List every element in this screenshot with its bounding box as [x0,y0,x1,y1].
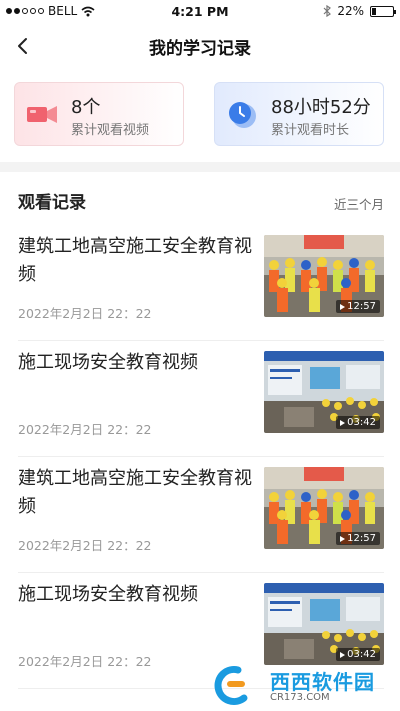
battery-percent: 22% [337,4,364,18]
total-videos-label: 累计观看视频 [71,123,150,138]
watch-date: 2022年2月2日 22：22 [18,422,152,437]
video-duration: 03:42 [347,417,376,428]
watermark-brand: 西西软件园 [270,670,375,694]
watch-date: 2022年2月2日 22：22 [18,538,152,553]
video-title: 施工现场安全教育视频 [18,352,198,373]
clock-icon [229,102,256,128]
video-duration: 12:57 [347,301,376,312]
video-thumbnail[interactable]: 03:42 [264,583,384,665]
section-divider [0,162,400,172]
duration-badge: 03:42 [336,648,380,661]
bluetooth-icon [323,5,332,17]
total-videos-value: 8个 [71,97,101,118]
watch-date: 2022年2月2日 22：22 [18,654,152,669]
watermark-logo [214,666,248,705]
watch-date: 2022年2月2日 22：22 [18,306,152,321]
play-icon [340,419,346,426]
video-thumbnail[interactable]: 03:42 [264,351,384,433]
total-videos-card: 8个 累计观看视频 [14,82,184,146]
play-icon [340,535,346,542]
watch-history-list: 建筑工地高空施工安全教育视频 2022年2月2日 22：22 12:57 施工现… [18,225,384,689]
total-duration-label: 累计观看时长 [271,123,350,138]
time-range-filter[interactable]: 近三个月 [334,194,384,213]
list-item[interactable]: 施工现场安全教育视频 2022年2月2日 22：22 03:42 [18,341,384,457]
watermark-url: CR173.COM [270,692,330,703]
list-item[interactable]: 建筑工地高空施工安全教育视频 2022年2月2日 22：22 12:57 [18,225,384,341]
play-icon [340,651,346,658]
video-camera-icon [27,106,57,123]
section-title: 观看记录 [18,193,86,213]
video-duration: 03:42 [347,649,376,660]
play-icon [340,303,346,310]
duration-badge: 03:42 [336,416,380,429]
duration-badge: 12:57 [336,300,380,313]
duration-badge: 12:57 [336,532,380,545]
video-title: 建筑工地高空施工安全教育视频 [18,236,252,285]
video-thumbnail[interactable]: 12:57 [264,467,384,549]
page-title: 我的学习记录 [149,39,251,59]
video-thumbnail[interactable]: 12:57 [264,235,384,317]
total-duration-value: 88小时52分 [271,97,371,118]
total-duration-card: 88小时52分 累计观看时长 [214,82,384,146]
list-item[interactable]: 建筑工地高空施工安全教育视频 2022年2月2日 22：22 12:57 [18,457,384,573]
video-title: 施工现场安全教育视频 [18,584,198,605]
battery-icon [370,5,396,17]
site-watermark: 西西软件园 CR173.COM [208,664,396,706]
video-title: 建筑工地高空施工安全教育视频 [18,468,252,517]
status-bar: BELL 4:21 PM 22% [0,0,400,22]
video-duration: 12:57 [347,533,376,544]
stats-cards: 8个 累计观看视频 88小时52分 累计观看时长 [14,82,386,146]
navigation-bar: 我的学习记录 [0,22,400,70]
